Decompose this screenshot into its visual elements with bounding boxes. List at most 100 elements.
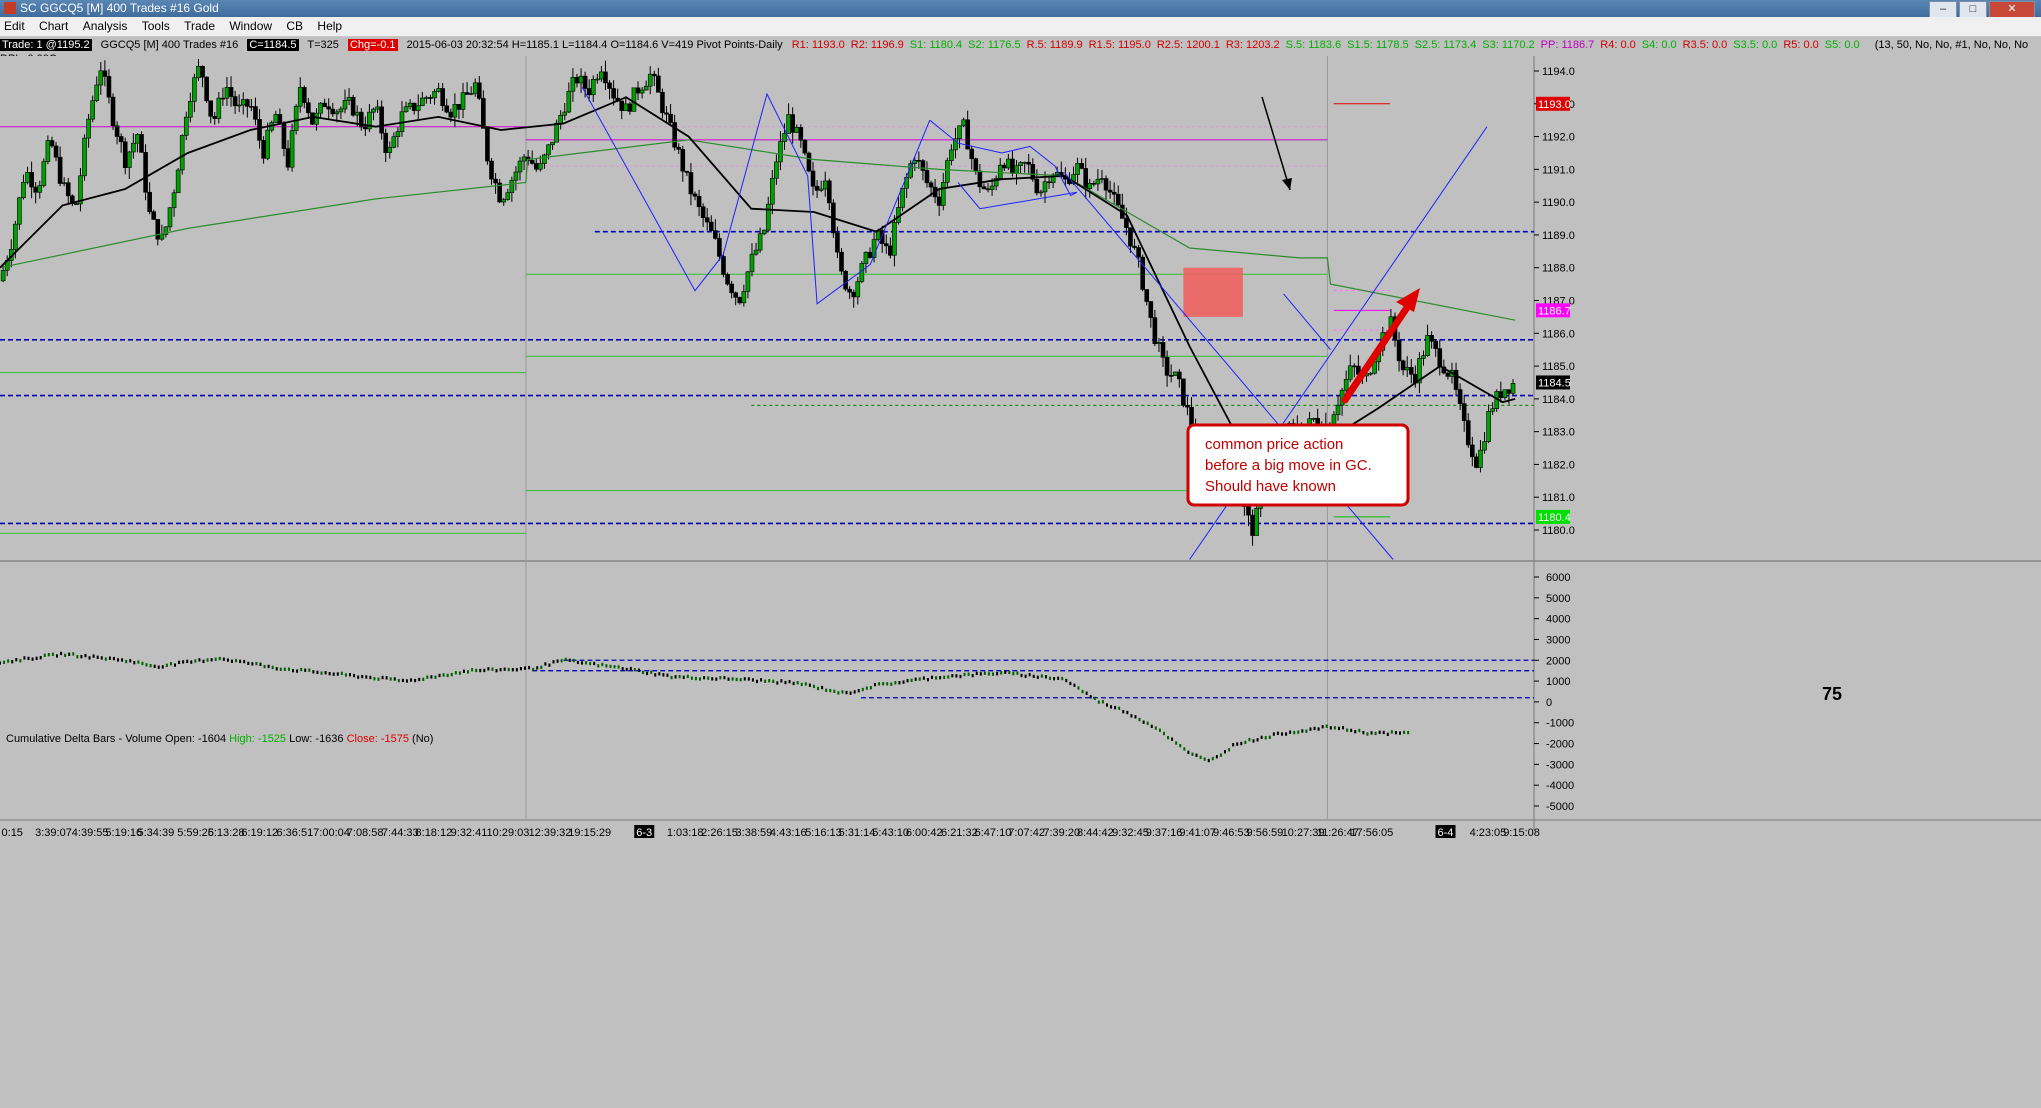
candle-body: [1140, 256, 1145, 290]
date-marker: 6-3: [636, 827, 652, 839]
candle-body: [611, 88, 616, 99]
candle-body: [639, 89, 645, 94]
candle-body: [851, 291, 857, 298]
price-tick-label: 1183.0: [1542, 427, 1575, 439]
candle-body: [322, 102, 327, 108]
candle-body: [969, 148, 975, 159]
candle-body: [501, 199, 507, 203]
candle-body: [90, 100, 95, 120]
candle-body: [1111, 191, 1117, 195]
candle-body: [171, 192, 177, 209]
candle-body: [310, 112, 315, 125]
candle-body: [118, 136, 124, 143]
candle-body: [770, 177, 775, 205]
candle-body: [167, 207, 173, 228]
candle-body: [985, 188, 991, 191]
candle-body: [1156, 342, 1162, 345]
candle-body: [143, 152, 148, 193]
candle-body: [131, 142, 136, 153]
candle-body: [806, 152, 812, 172]
time-label: 8:18:12: [416, 827, 453, 839]
candle-body: [17, 197, 22, 225]
price-tick-label: 1186.0: [1542, 328, 1575, 340]
candle-body: [749, 253, 755, 273]
candle-body: [179, 135, 185, 171]
candle-body: [883, 243, 889, 247]
candle-body: [1478, 449, 1483, 468]
time-label: 7:07:42: [1008, 827, 1045, 839]
candle-body: [1132, 245, 1137, 248]
candle-body: [407, 102, 413, 108]
candle-body: [1425, 335, 1430, 357]
annotation-text: Should have known: [1205, 478, 1336, 495]
price-tick-label: 1181.0: [1542, 492, 1575, 504]
candle-body: [13, 223, 18, 250]
candle-body: [257, 119, 262, 141]
candle-body: [448, 111, 454, 118]
candle-body: [859, 263, 865, 282]
candle-body: [37, 185, 43, 193]
candle-body: [102, 70, 108, 77]
candle-body: [664, 112, 669, 115]
candle-body: [1421, 355, 1426, 359]
candle-body: [794, 127, 800, 133]
candle-body: [460, 92, 466, 110]
candle-body: [452, 104, 458, 118]
time-label: 0:15: [2, 827, 23, 839]
candle-body: [741, 291, 747, 304]
candle-body: [49, 140, 55, 147]
candle-body: [1172, 371, 1178, 377]
candle-body: [1006, 158, 1011, 169]
time-label: 3:39:07: [35, 827, 72, 839]
candle-body: [774, 161, 779, 179]
candle-body: [745, 271, 751, 292]
candle-body: [391, 136, 397, 148]
price-tick-label: 1189.0: [1542, 230, 1575, 242]
price-tick-label: 1180.0: [1542, 525, 1575, 537]
delta-tick-label: 4000: [1546, 614, 1570, 626]
candle-body: [603, 71, 608, 84]
candle-body: [432, 91, 437, 99]
price-chart[interactable]: 1194.0 1193.0 1192.0 1191.0 1190.0 1189.0 1188…: [0, 0, 2041, 1108]
time-label: 6:00:42: [906, 827, 943, 839]
candle-body: [538, 163, 543, 170]
candle-body: [1400, 360, 1406, 371]
time-label: 5:16:13: [805, 827, 842, 839]
candle-body: [818, 188, 824, 191]
candle-body: [204, 76, 209, 102]
candle-body: [521, 156, 527, 162]
candle-body: [562, 111, 568, 116]
candle-body: [175, 169, 181, 194]
candle-body: [1246, 506, 1251, 516]
price-tag: 1193.0: [1538, 99, 1571, 111]
candle-body: [301, 87, 307, 104]
annotation-number: 75: [1822, 684, 1842, 704]
candle-body: [285, 148, 291, 168]
candle-body: [1254, 508, 1259, 536]
candle-body: [1453, 369, 1459, 390]
delta-tick-label: -5000: [1546, 801, 1574, 813]
candle-body: [1014, 165, 1019, 174]
candle-body: [1482, 441, 1487, 451]
candle-body: [1343, 379, 1349, 391]
price-tick-label: 1188.0: [1542, 263, 1575, 275]
time-label: 4:23:05: [1470, 827, 1507, 839]
candle-body: [1502, 389, 1508, 398]
candle-body: [155, 219, 161, 240]
candle-body: [1185, 405, 1190, 408]
delta-low: Low: -1636: [289, 733, 344, 745]
candle-body: [717, 238, 722, 257]
price-tick-label: 1190.0: [1542, 197, 1575, 209]
candle-body: [1250, 514, 1255, 536]
candle-body: [1457, 389, 1463, 404]
candle-body: [216, 97, 222, 119]
candle-body: [1461, 403, 1467, 421]
candle-body: [314, 112, 319, 125]
candle-body: [403, 106, 409, 113]
time-label: 7:08:58: [347, 827, 384, 839]
candle-body: [464, 92, 470, 95]
candle-body: [704, 217, 710, 223]
candle-body: [782, 133, 787, 142]
candle-body: [574, 76, 580, 84]
candle-body: [41, 161, 47, 186]
